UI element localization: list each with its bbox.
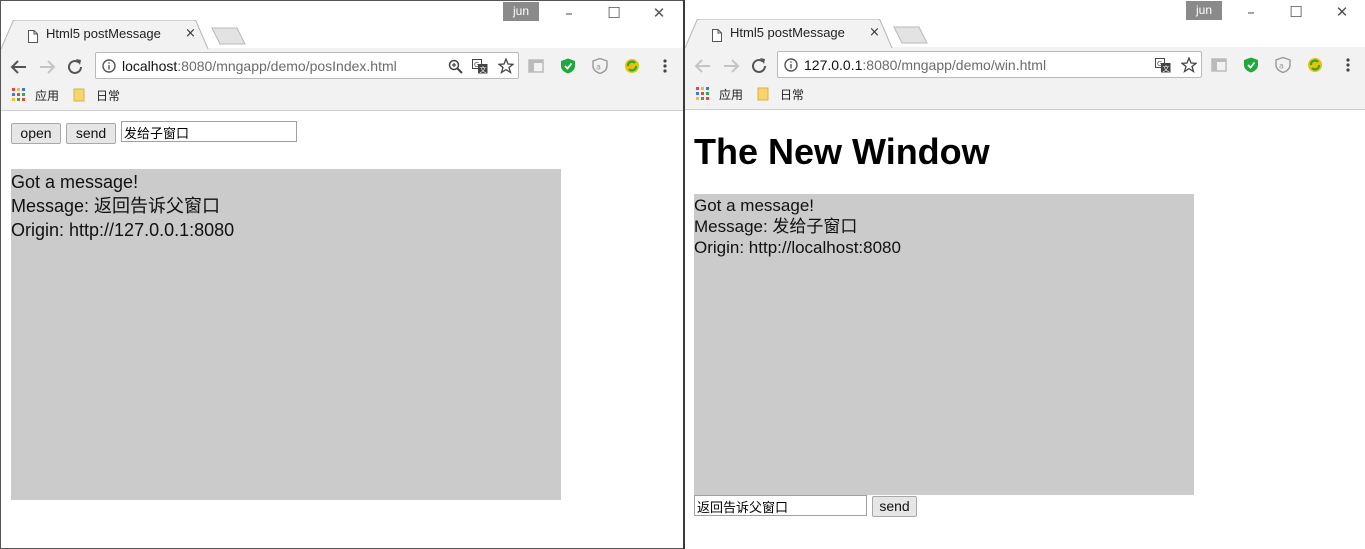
forward-arrow-icon[interactable]: [36, 56, 58, 78]
menu-kebab-icon[interactable]: [657, 58, 673, 74]
privacy-extension-icon[interactable]: a: [1275, 57, 1291, 73]
user-badge[interactable]: jun: [1186, 1, 1222, 20]
browser-window-parent: Html5 postMessage × jun – ☐ ✕ localhost:…: [0, 0, 683, 549]
close-window-icon[interactable]: ✕: [644, 4, 674, 22]
send-button[interactable]: send: [66, 123, 116, 144]
reload-icon[interactable]: [748, 55, 770, 77]
tab-html5-postmessage[interactable]: Html5 postMessage ×: [685, 19, 893, 48]
url-path: :8080/mngapp/demo/posIndex.html: [177, 58, 397, 74]
reader-extension-icon[interactable]: [528, 58, 544, 74]
new-tab-button[interactable]: [211, 27, 247, 45]
minimize-icon[interactable]: –: [1236, 3, 1266, 21]
tab-strip: Html5 postMessage × jun – ☐ ✕: [685, 0, 1365, 48]
sync-extension-icon[interactable]: [624, 58, 640, 74]
bookmark-daily[interactable]: 日常: [96, 87, 120, 104]
message-line: Got a message!: [694, 196, 815, 215]
shield-extension-icon[interactable]: [560, 58, 576, 74]
reader-extension-icon[interactable]: [1211, 57, 1227, 73]
message-log: Got a message! Message: 发给子窗口 Origin: ht…: [694, 194, 1194, 495]
address-bar[interactable]: localhost:8080/mngapp/demo/posIndex.html…: [95, 52, 519, 79]
new-tab-button[interactable]: [893, 26, 929, 44]
message-input[interactable]: 发给子窗口: [121, 121, 297, 142]
message-log: Got a message! Message: 返回告诉父窗口 Origin: …: [11, 169, 561, 500]
message-line: Got a message!: [11, 172, 139, 192]
svg-text:a: a: [596, 63, 601, 72]
translate-icon[interactable]: G 文: [472, 59, 488, 74]
close-window-icon[interactable]: ✕: [1327, 3, 1357, 21]
send-button[interactable]: send: [872, 496, 917, 517]
minimize-icon[interactable]: –: [554, 4, 584, 22]
svg-text:文: 文: [1163, 64, 1170, 73]
message-line: Origin: http://127.0.0.1:8080: [11, 220, 235, 240]
page-content: The New Window Got a message! Message: 发…: [685, 110, 1365, 549]
tab-html5-postmessage[interactable]: Html5 postMessage ×: [1, 20, 209, 49]
maximize-icon[interactable]: ☐: [1281, 3, 1311, 21]
tab-strip: Html5 postMessage × jun – ☐ ✕: [1, 1, 683, 49]
tab-close-icon[interactable]: ×: [869, 25, 880, 40]
apps-grid-icon[interactable]: [696, 87, 710, 101]
message-line: Origin: http://localhost:8080: [694, 238, 901, 257]
browser-chrome: Html5 postMessage × jun – ☐ ✕: [685, 0, 1365, 110]
folder-icon: [757, 87, 769, 101]
folder-icon: [73, 88, 85, 102]
message-line: Message: 发给子窗口: [694, 217, 858, 236]
url-host: 127.0.0.1: [804, 57, 863, 73]
privacy-extension-icon[interactable]: a: [592, 58, 608, 74]
forward-arrow-icon[interactable]: [720, 55, 742, 77]
page-icon: [712, 27, 722, 46]
bookmark-star-icon[interactable]: [1181, 57, 1197, 73]
page-content: open send 发给子窗口 Got a message! Message: …: [1, 111, 683, 548]
sync-extension-icon[interactable]: [1307, 57, 1323, 73]
back-arrow-icon[interactable]: [8, 56, 30, 78]
tab-close-icon[interactable]: ×: [185, 26, 196, 41]
url-text[interactable]: localhost:8080/mngapp/demo/posIndex.html: [122, 58, 397, 74]
translate-icon[interactable]: G 文: [1155, 58, 1171, 73]
open-button[interactable]: open: [11, 123, 61, 144]
bookmark-star-icon[interactable]: [498, 58, 514, 74]
back-arrow-icon[interactable]: [692, 55, 714, 77]
bookmark-daily[interactable]: 日常: [780, 86, 804, 103]
svg-text:a: a: [1279, 62, 1284, 71]
address-bar[interactable]: 127.0.0.1:8080/mngapp/demo/win.html G 文: [777, 51, 1202, 78]
svg-text:文: 文: [480, 65, 487, 74]
bookmark-apps[interactable]: 应用: [719, 86, 743, 103]
url-path: :8080/mngapp/demo/win.html: [862, 57, 1047, 73]
url-text[interactable]: 127.0.0.1:8080/mngapp/demo/win.html: [804, 57, 1046, 73]
zoom-icon[interactable]: [448, 59, 463, 74]
info-icon[interactable]: [784, 58, 798, 72]
shield-extension-icon[interactable]: [1243, 57, 1259, 73]
bookmark-apps[interactable]: 应用: [35, 87, 59, 104]
maximize-icon[interactable]: ☐: [599, 4, 629, 22]
menu-kebab-icon[interactable]: [1340, 57, 1356, 73]
info-icon[interactable]: [102, 59, 116, 73]
browser-chrome: Html5 postMessage × jun – ☐ ✕: [1, 1, 683, 111]
page-heading: The New Window: [694, 131, 990, 172]
reply-input[interactable]: 返回告诉父窗口: [694, 495, 867, 516]
user-badge[interactable]: jun: [503, 2, 539, 21]
apps-grid-icon[interactable]: [12, 88, 26, 102]
browser-window-child: Html5 postMessage × jun – ☐ ✕ 127.0.0.1:…: [683, 0, 1365, 549]
page-icon: [28, 28, 38, 47]
tab-title: Html5 postMessage: [46, 26, 161, 41]
url-host: localhost: [122, 58, 178, 74]
reload-icon[interactable]: [64, 56, 86, 78]
tab-title: Html5 postMessage: [730, 25, 845, 40]
message-line: Message: 返回告诉父窗口: [11, 196, 221, 216]
